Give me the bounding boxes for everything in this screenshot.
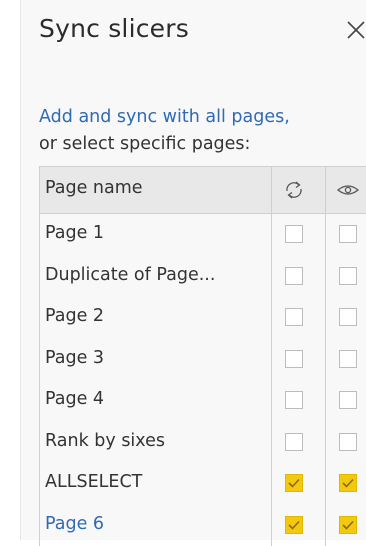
table-row: Page 2 — [39, 297, 366, 339]
column-divider — [325, 214, 326, 546]
sync-checkbox[interactable] — [285, 391, 303, 409]
sync-checkbox[interactable] — [285, 350, 303, 368]
table-rows: Page 1 Duplicate of Page... Page 2 Page 3 Pa… — [39, 214, 366, 546]
visible-checkbox[interactable] — [339, 350, 357, 368]
page-name: Page 2 — [45, 306, 271, 326]
page-name: ALLSELECT — [45, 472, 271, 492]
visible-checkbox[interactable] — [339, 225, 357, 243]
visible-checkbox[interactable] — [339, 391, 357, 409]
sync-checkbox[interactable] — [285, 225, 303, 243]
sync-checkbox[interactable] — [285, 308, 303, 326]
close-button[interactable] — [343, 13, 366, 43]
table-row: Page 1 — [39, 214, 366, 256]
column-divider — [271, 214, 272, 546]
table-border-left — [39, 214, 40, 546]
visible-column-header[interactable] — [335, 178, 361, 202]
page-name: Page 4 — [45, 389, 271, 409]
column-divider — [325, 167, 326, 213]
page-name: Rank by sixes — [45, 431, 271, 451]
pane-description: Add and sync with all pages, or select s… — [39, 104, 366, 158]
add-sync-all-link[interactable]: Add and sync with all pages, — [39, 104, 366, 131]
page-name: Page 3 — [45, 348, 271, 368]
sync-icon — [281, 178, 307, 202]
visible-checkbox[interactable] — [339, 433, 357, 451]
table-row: Duplicate of Page... — [39, 256, 366, 298]
sync-column-header[interactable] — [281, 178, 307, 202]
canvas-edge — [0, 0, 21, 540]
visible-checkbox[interactable] — [339, 267, 357, 285]
close-icon — [343, 13, 366, 43]
sync-checkbox[interactable] — [285, 267, 303, 285]
table-row: ALLSELECT — [39, 463, 366, 505]
table-row: Page 4 — [39, 380, 366, 422]
pane-title: Sync slicers — [39, 14, 189, 43]
eye-icon — [335, 178, 361, 202]
sync-checkbox[interactable] — [285, 474, 303, 492]
sync-slicers-pane: Sync slicers Add and sync with all pages… — [21, 0, 366, 540]
page-name: Page 1 — [45, 223, 271, 243]
table-row: Page 3 — [39, 339, 366, 381]
visible-checkbox[interactable] — [339, 308, 357, 326]
sync-checkbox[interactable] — [285, 433, 303, 451]
table-header: Page name — [39, 167, 366, 214]
page-name-header: Page name — [45, 178, 143, 198]
pages-table: Page name Page 1Duplicate of Page. — [39, 166, 366, 546]
table-row: Rank by sixes — [39, 422, 366, 464]
sync-checkbox[interactable] — [285, 516, 303, 534]
table-border-left — [39, 167, 40, 213]
page-name: Page 6 — [45, 514, 271, 534]
visible-checkbox[interactable] — [339, 474, 357, 492]
column-divider — [271, 167, 272, 213]
visible-checkbox[interactable] — [339, 516, 357, 534]
page-name: Duplicate of Page... — [45, 265, 271, 285]
select-pages-text: or select specific pages: — [39, 131, 366, 158]
